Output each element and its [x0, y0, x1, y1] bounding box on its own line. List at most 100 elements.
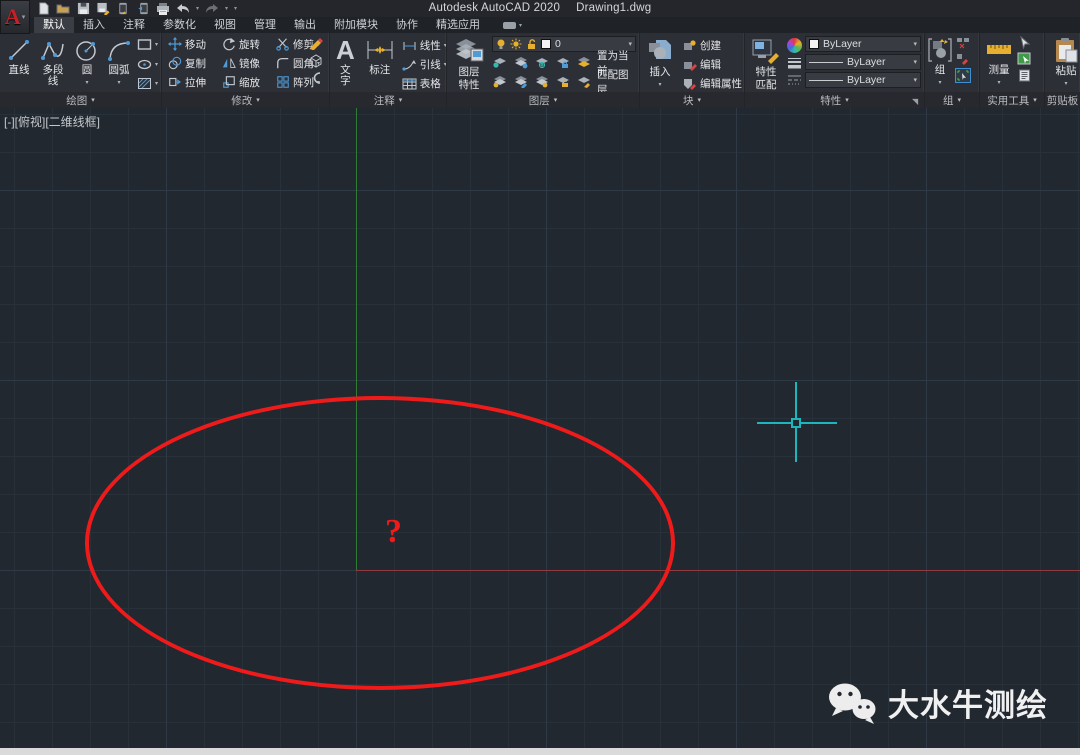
properties-dialog-launcher-icon[interactable]: ◥	[912, 97, 921, 106]
layer-unlock-icon[interactable]	[555, 75, 570, 88]
create-block-tool[interactable]: 创建	[682, 37, 745, 53]
group-edit-icon[interactable]	[955, 52, 971, 65]
panel-label-annotation[interactable]: 注释▾	[330, 92, 446, 108]
bottom-strip	[0, 748, 1080, 755]
panel-label-groups[interactable]: 组▾	[925, 92, 979, 108]
linetype-icon[interactable]	[787, 74, 802, 87]
line-icon	[6, 37, 32, 63]
tab-annotate[interactable]: 注释	[114, 17, 154, 33]
text-tool[interactable]: A 文字 ▾	[333, 35, 358, 92]
pointer-icon[interactable]	[1017, 36, 1032, 49]
viewport-controls-label[interactable]: [-][俯视][二维线框]	[4, 113, 100, 130]
move-icon	[168, 37, 182, 51]
tab-parametric[interactable]: 参数化	[154, 17, 205, 33]
layer-isolate-icon[interactable]	[513, 56, 528, 69]
tab-featured-apps[interactable]: 精选应用	[427, 17, 489, 33]
text-a-icon: A	[336, 37, 355, 63]
match-layer-icon[interactable]	[576, 75, 591, 88]
layer-off-icon[interactable]	[492, 56, 507, 69]
tab-insert[interactable]: 插入	[74, 17, 114, 33]
layer-color-swatch	[541, 39, 551, 49]
panel-properties: 特性 匹配 ByLayer ▾ ByLayer	[745, 33, 925, 108]
tab-addins[interactable]: 附加模块	[325, 17, 387, 33]
rectangle-tool[interactable]: ▾	[137, 36, 158, 53]
create-block-icon	[682, 39, 697, 52]
leader-tool[interactable]: 引线▾	[402, 56, 447, 73]
ellipse-tool[interactable]: ▾	[137, 56, 158, 73]
layer-properties-tool[interactable]: 图层 特性	[450, 35, 488, 92]
window-title: Autodesk AutoCAD 2020Drawing1.dwg	[0, 0, 1080, 17]
quick-select-icon[interactable]	[1017, 52, 1032, 66]
linetype-dropdown[interactable]: ByLayer ▾	[805, 72, 921, 88]
layer-thaw-icon[interactable]	[534, 75, 549, 88]
edit-block-tool[interactable]: 编辑	[682, 56, 745, 72]
circle-tool[interactable]: 圆 ▾	[71, 35, 103, 92]
table-tool[interactable]: 表格	[402, 75, 447, 92]
match-properties-tool[interactable]: 特性 匹配	[748, 35, 784, 92]
explode-icon[interactable]	[308, 54, 324, 68]
join-icon[interactable]	[308, 72, 324, 84]
tab-collaborate[interactable]: 协作	[387, 17, 427, 33]
dimension-tool[interactable]: 标注	[362, 35, 398, 92]
ungroup-icon[interactable]	[955, 36, 971, 49]
panel-label-clipboard[interactable]: 剪贴板	[1045, 92, 1080, 108]
panel-label-layers[interactable]: 图层▾	[447, 92, 639, 108]
mirror-tool[interactable]: 镜像	[222, 54, 274, 72]
layer-lock-icon[interactable]	[555, 56, 570, 69]
panel-draw: 直线 多段线 圆 ▾ 圆弧 ▾	[0, 33, 162, 108]
group-icon	[928, 37, 952, 63]
arc-flyout-icon[interactable]: ▾	[117, 78, 120, 89]
autocad-logo-icon: A	[5, 6, 21, 28]
application-menu-button[interactable]: A▾	[0, 0, 30, 34]
tab-view[interactable]: 视图	[205, 17, 245, 33]
tab-default[interactable]: 默认	[34, 17, 74, 33]
arc-tool[interactable]: 圆弧 ▾	[103, 35, 135, 92]
panel-label-modify[interactable]: 修改▾	[162, 92, 329, 108]
layer-freeze-icon[interactable]	[534, 56, 549, 69]
group-select-icon[interactable]	[955, 68, 971, 83]
polyline-tool[interactable]: 多段线	[35, 35, 71, 92]
group-tool[interactable]: 组 ▾	[927, 35, 953, 92]
circle-flyout-icon[interactable]: ▾	[85, 78, 88, 89]
lineweight-dropdown[interactable]: ByLayer ▾	[805, 54, 921, 70]
panel-label-utilities[interactable]: 实用工具▾	[980, 92, 1044, 108]
model-space-canvas[interactable]: [-][俯视][二维线框] ? 大水牛测绘	[0, 108, 1080, 748]
lineweight-sample	[809, 62, 843, 63]
autocad-window: ▾ ▾ ▾ Autodesk AutoCAD 2020Drawing1.dwg …	[0, 0, 1080, 755]
edit-block-icon	[682, 58, 697, 71]
array-icon	[276, 75, 290, 89]
panel-label-draw[interactable]: 绘图▾	[0, 92, 161, 108]
stretch-tool[interactable]: 拉伸	[168, 73, 220, 91]
paste-clipboard-icon	[1054, 37, 1078, 64]
tab-manage[interactable]: 管理	[245, 17, 285, 33]
layer-properties-icon	[453, 37, 485, 65]
tab-output[interactable]: 输出	[285, 17, 325, 33]
lineweight-icon[interactable]	[787, 57, 802, 70]
move-tool[interactable]: 移动	[168, 35, 220, 53]
object-color-dropdown[interactable]: ByLayer ▾	[805, 36, 921, 52]
panel-label-block[interactable]: 块▾	[640, 92, 744, 108]
rotate-tool[interactable]: 旋转	[222, 35, 274, 53]
color-wheel-icon[interactable]	[787, 38, 802, 53]
copy-tool[interactable]: 复制	[168, 54, 220, 72]
edit-attributes-tool[interactable]: 编辑属性 ▾	[682, 76, 745, 92]
panel-label-properties[interactable]: 特性▾	[745, 92, 924, 108]
list-icon[interactable]	[1017, 69, 1032, 82]
layer-on-icon[interactable]	[492, 75, 507, 88]
paste-tool[interactable]: 粘贴 ▾	[1051, 35, 1080, 92]
erase-icon[interactable]	[308, 36, 324, 50]
circle-icon	[74, 37, 100, 63]
title-bar: ▾ ▾ ▾ Autodesk AutoCAD 2020Drawing1.dwg	[0, 0, 1080, 17]
make-current-icon[interactable]	[576, 56, 591, 69]
layer-edit-icon[interactable]	[513, 75, 528, 88]
measure-tool[interactable]: 测量 ▾	[984, 35, 1014, 92]
leader-icon	[402, 59, 417, 71]
linear-dim-tool[interactable]: 线性▾	[402, 37, 447, 54]
scale-icon	[222, 75, 236, 89]
line-tool[interactable]: 直线	[3, 35, 35, 92]
insert-block-tool[interactable]: 插入 ▾	[643, 35, 677, 92]
rectangle-icon	[137, 38, 152, 51]
hatch-tool[interactable]: ▾	[137, 75, 158, 92]
scale-tool[interactable]: 缩放	[222, 73, 274, 91]
ribbon-display-toggle[interactable]: ▾	[503, 17, 522, 33]
